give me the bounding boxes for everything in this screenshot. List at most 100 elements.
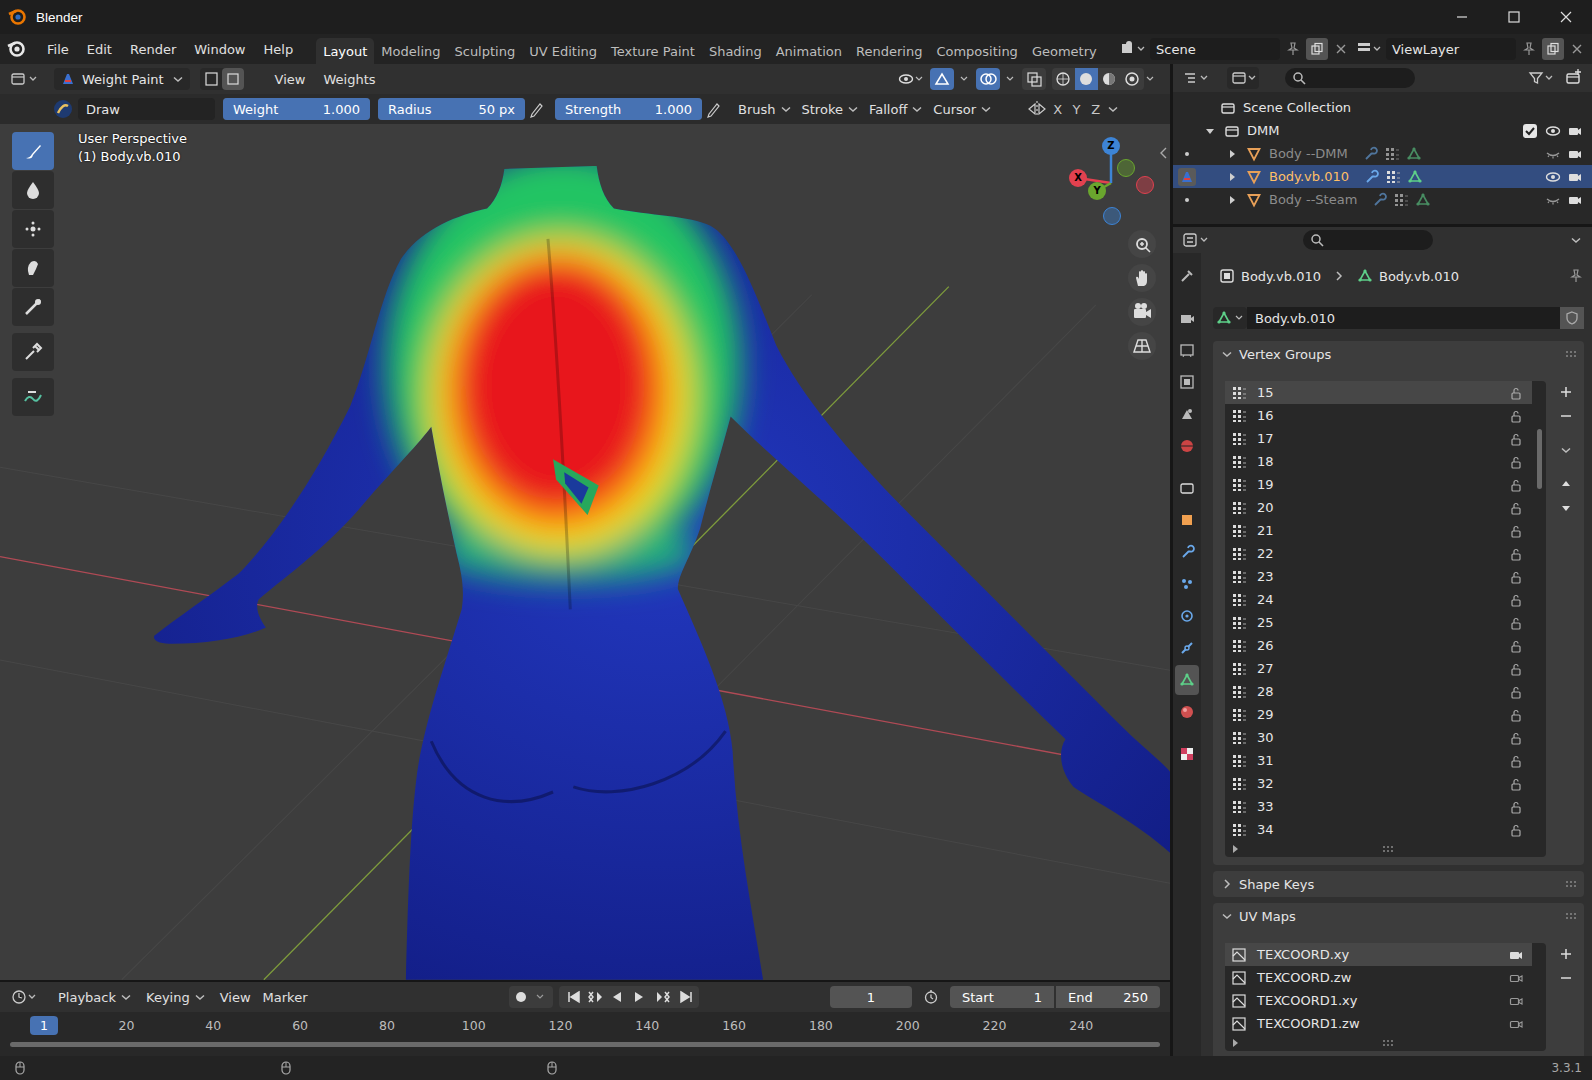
workspace-tab[interactable]: Texture Paint xyxy=(604,38,702,64)
mirror-axis-toggle[interactable]: Z xyxy=(1086,98,1105,120)
properties-tab-icon[interactable] xyxy=(1175,665,1199,695)
properties-tab-icon[interactable] xyxy=(1175,633,1199,663)
expand-arrow-icon[interactable] xyxy=(1223,192,1241,208)
shading-mode-icon[interactable] xyxy=(1052,68,1144,90)
outliner-row[interactable]: Body --DMM xyxy=(1173,142,1592,165)
workspace-tab[interactable]: Geometry xyxy=(1025,38,1104,64)
brush-field[interactable]: Draw xyxy=(78,98,215,120)
properties-tab-icon[interactable] xyxy=(1175,261,1199,291)
timeline-menu[interactable]: Playback xyxy=(52,989,140,1005)
scene-type-icon[interactable] xyxy=(1120,39,1146,59)
eye-icon[interactable] xyxy=(1544,169,1562,185)
lock-icon[interactable] xyxy=(1508,799,1524,815)
minimize-icon[interactable] xyxy=(1436,0,1488,34)
properties-tab-icon[interactable] xyxy=(1175,739,1199,769)
pan-icon[interactable] xyxy=(1128,264,1156,292)
menu-item[interactable]: Render xyxy=(121,42,185,57)
preview-range-icon[interactable] xyxy=(920,986,942,1008)
tool-button-icon[interactable] xyxy=(12,171,54,209)
outliner-label[interactable]: Scene Collection xyxy=(1243,100,1351,115)
timeline-scrollbar[interactable] xyxy=(10,1042,1160,1047)
viewport-menu[interactable]: View xyxy=(266,72,315,87)
workspace-tab-label[interactable]: Animation xyxy=(776,44,842,59)
move-up-icon[interactable] xyxy=(1554,473,1578,495)
new-icon[interactable] xyxy=(1306,38,1328,60)
list-scrollbar[interactable] xyxy=(1537,429,1542,489)
lock-icon[interactable] xyxy=(1508,477,1524,493)
menu-item[interactable]: Help xyxy=(255,42,303,57)
outliner-row[interactable]: DMM xyxy=(1173,119,1592,142)
lock-icon[interactable] xyxy=(1508,408,1524,424)
uv-map-row[interactable]: TEXCOORD.xy xyxy=(1225,943,1532,966)
outliner-label[interactable]: Body --Steam xyxy=(1269,192,1357,207)
specials-icon[interactable] xyxy=(1554,439,1578,461)
vertex-group-row[interactable]: 17 xyxy=(1225,427,1532,450)
active-render-icon[interactable] xyxy=(1508,970,1524,986)
editor-type-icon[interactable] xyxy=(1181,229,1211,251)
workspace-tab[interactable]: Modeling xyxy=(374,38,447,64)
eye-closed-icon[interactable] xyxy=(1544,146,1562,162)
vertex-group-row[interactable]: 32 xyxy=(1225,772,1532,795)
lock-icon[interactable] xyxy=(1508,454,1524,470)
outliner-label[interactable]: Body.vb.010 xyxy=(1269,169,1349,184)
end-field[interactable]: End250 xyxy=(1056,986,1160,1008)
mirror-axis-toggle[interactable]: X xyxy=(1048,98,1067,120)
expand-arrow-icon[interactable] xyxy=(1201,123,1219,139)
tool-button-icon[interactable] xyxy=(12,378,54,416)
vertex-group-row[interactable]: 31 xyxy=(1225,749,1532,772)
lock-icon[interactable] xyxy=(1508,500,1524,516)
dropdown-icon[interactable] xyxy=(1144,68,1158,90)
axis-ball[interactable]: X xyxy=(1069,169,1087,187)
display-mode-icon[interactable] xyxy=(1227,67,1259,89)
remove-icon[interactable] xyxy=(1332,40,1350,58)
eye-icon[interactable] xyxy=(1544,123,1562,139)
active-render-icon[interactable] xyxy=(1508,1016,1524,1032)
current-frame-field[interactable]: 1 xyxy=(830,986,912,1008)
vertex-group-row[interactable]: 21 xyxy=(1225,519,1532,542)
render-camera-icon[interactable] xyxy=(1566,123,1584,139)
workspace-tab-label[interactable]: Sculpting xyxy=(454,44,515,59)
slider[interactable]: Strength1.000 xyxy=(555,98,702,120)
properties-tab-icon[interactable] xyxy=(1175,505,1199,535)
vertex-group-row[interactable]: 34 xyxy=(1225,818,1532,841)
tool-menu[interactable]: Stroke xyxy=(798,101,865,117)
lock-icon[interactable] xyxy=(1508,822,1524,838)
pressure-icon[interactable] xyxy=(527,98,547,120)
eye-closed-icon[interactable] xyxy=(1544,192,1562,208)
workspace-tab-label[interactable]: UV Editing xyxy=(529,44,597,59)
move-down-icon[interactable] xyxy=(1554,497,1578,519)
vertex-group-row[interactable]: 25 xyxy=(1225,611,1532,634)
vertex-group-row[interactable]: 19 xyxy=(1225,473,1532,496)
lock-icon[interactable] xyxy=(1508,753,1524,769)
pin-icon[interactable] xyxy=(1284,40,1302,58)
slider[interactable]: Weight1.000 xyxy=(223,98,370,120)
panel-header[interactable]: Vertex Groups xyxy=(1213,341,1584,367)
outliner-label[interactable]: Body --DMM xyxy=(1269,146,1348,161)
dropdown-icon[interactable] xyxy=(958,68,972,90)
workspace-tab-label[interactable]: Modeling xyxy=(381,44,440,59)
zoom-icon[interactable] xyxy=(1128,230,1156,258)
properties-tab-icon[interactable] xyxy=(1175,431,1199,461)
outliner-search[interactable] xyxy=(1285,68,1415,88)
lock-icon[interactable] xyxy=(1508,707,1524,723)
view-layer-type-icon[interactable] xyxy=(1356,39,1382,59)
lock-icon[interactable] xyxy=(1508,638,1524,654)
workspace-tab-label[interactable]: Geometry xyxy=(1032,44,1097,59)
frame-ruler[interactable]: 120406080100120140160180200220240 xyxy=(0,1012,1170,1038)
vertex-group-row[interactable]: 28 xyxy=(1225,680,1532,703)
properties-tab-icon[interactable] xyxy=(1175,367,1199,397)
slider[interactable]: Radius50 px xyxy=(378,98,525,120)
vertex-group-row[interactable]: 24 xyxy=(1225,588,1532,611)
playback-controls-icon[interactable] xyxy=(559,986,699,1008)
outliner-row[interactable]: Scene Collection xyxy=(1173,96,1592,119)
vertex-group-row[interactable]: 29 xyxy=(1225,703,1532,726)
maximize-icon[interactable] xyxy=(1488,0,1540,34)
add-icon[interactable] xyxy=(1554,943,1578,965)
mode-dropdown[interactable]: Weight Paint xyxy=(54,68,190,90)
active-render-icon[interactable] xyxy=(1508,947,1524,963)
properties-tab-icon[interactable] xyxy=(1175,601,1199,631)
editor-type-icon[interactable] xyxy=(10,986,40,1008)
checkbox-icon[interactable] xyxy=(1522,123,1538,139)
workspace-tab[interactable]: Rendering xyxy=(849,38,929,64)
browse-mesh-icon[interactable] xyxy=(1213,307,1247,329)
